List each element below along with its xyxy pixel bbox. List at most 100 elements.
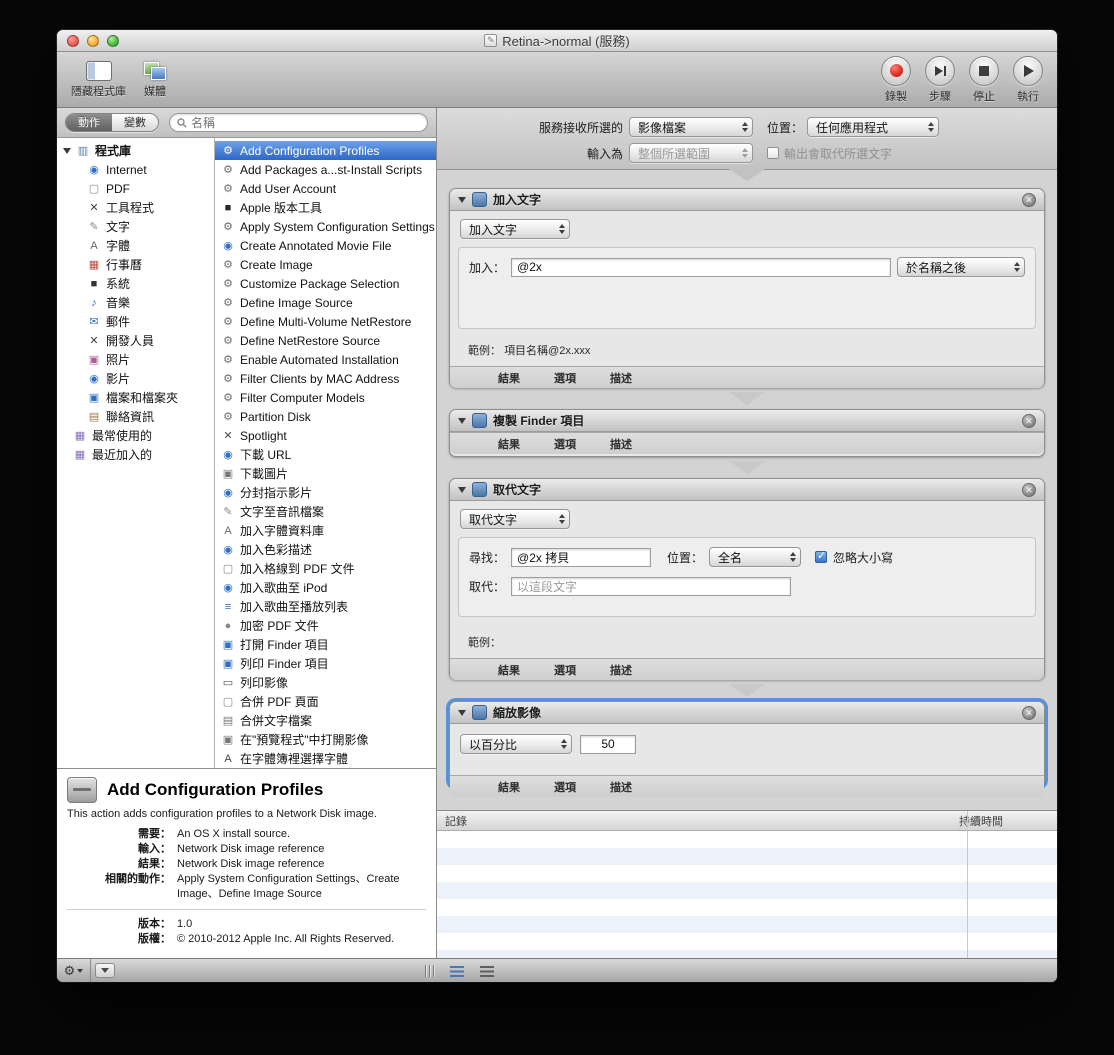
- sidebar-item-工具程式[interactable]: ✕ 工具程式: [57, 198, 214, 217]
- sidebar-item-音樂[interactable]: ♪ 音樂: [57, 293, 214, 312]
- stop-button[interactable]: 停止: [969, 55, 999, 104]
- action-list-item[interactable]: ⚙ Define Multi-Volume NetRestore: [215, 312, 436, 331]
- action-list-item[interactable]: ⚙ Filter Computer Models: [215, 388, 436, 407]
- action-list-item[interactable]: ⚙ Add Configuration Profiles: [215, 141, 436, 160]
- sidebar-item-照片[interactable]: ▣ 照片: [57, 350, 214, 369]
- action-list-item[interactable]: ⚙ Add Packages a...st-Install Scripts: [215, 160, 436, 179]
- tab-variables[interactable]: 變數: [112, 114, 158, 131]
- add-text-mode-popup[interactable]: 加入文字: [460, 219, 570, 239]
- sidebar-item-Internet[interactable]: ◉ Internet: [57, 160, 214, 179]
- run-button[interactable]: 執行: [1013, 55, 1043, 104]
- options-link[interactable]: 選項: [554, 436, 576, 452]
- action-list-item[interactable]: ⚙ Apply System Configuration Settings: [215, 217, 436, 236]
- action-list-item[interactable]: ⚙ Partition Disk: [215, 407, 436, 426]
- disclosure-triangle-icon[interactable]: [458, 196, 466, 203]
- log-view-button[interactable]: [445, 963, 469, 979]
- action-menu-button[interactable]: ⚙: [57, 959, 91, 982]
- scale-value-input[interactable]: [580, 734, 636, 754]
- action-list-item[interactable]: ▭ 列印影像: [215, 673, 436, 692]
- sidebar-item-聯絡資訊[interactable]: ▤ 聯絡資訊: [57, 407, 214, 426]
- sidebar-item-library[interactable]: ▥ 程式庫: [57, 141, 214, 160]
- step-button[interactable]: 步驟: [925, 55, 955, 104]
- document-proxy-icon[interactable]: ✎: [484, 34, 498, 47]
- action-list-item[interactable]: ◉ 分封指示影片: [215, 483, 436, 502]
- options-link[interactable]: 選項: [554, 779, 576, 795]
- step-header[interactable]: 縮放影像 ✕: [450, 702, 1044, 724]
- description-link[interactable]: 描述: [610, 370, 632, 386]
- results-link[interactable]: 結果: [498, 370, 520, 386]
- description-link[interactable]: 描述: [610, 436, 632, 452]
- action-list-item[interactable]: ⚙ Filter Clients by MAC Address: [215, 369, 436, 388]
- action-list-item[interactable]: ≡ 加入歌曲至播放列表: [215, 597, 436, 616]
- remove-step-button[interactable]: ✕: [1022, 482, 1036, 497]
- workflow-step-copy-finder-items[interactable]: 複製 Finder 項目 ✕ 結果 選項 描述: [449, 409, 1045, 457]
- search-input[interactable]: [191, 115, 420, 130]
- sidebar-item-最近加入的[interactable]: ▦ 最近加入的: [57, 445, 214, 464]
- log-column-divider[interactable]: [967, 811, 968, 958]
- remove-step-button[interactable]: ✕: [1022, 413, 1036, 428]
- action-list-item[interactable]: ◉ 加入歌曲至 iPod: [215, 578, 436, 597]
- description-link[interactable]: 描述: [610, 662, 632, 678]
- service-position-popup[interactable]: 任何應用程式: [807, 117, 940, 137]
- action-list-item[interactable]: ⚙ Define Image Source: [215, 293, 436, 312]
- action-list-item[interactable]: ▢ 合併 PDF 頁面: [215, 692, 436, 711]
- action-list-item[interactable]: ⚙ Create Image: [215, 255, 436, 274]
- sidebar-item-文字[interactable]: ✎ 文字: [57, 217, 214, 236]
- panel-toggle-button[interactable]: [95, 963, 115, 978]
- scale-mode-popup[interactable]: 以百分比: [460, 734, 572, 754]
- media-button[interactable]: 媒體: [142, 61, 168, 99]
- disclosure-triangle-icon[interactable]: [458, 709, 466, 716]
- action-list-item[interactable]: ⚙ Define NetRestore Source: [215, 331, 436, 350]
- position-popup[interactable]: 全名: [709, 547, 802, 567]
- workflow-step-replace-text[interactable]: 取代文字 ✕ 取代文字 尋找： 位置：: [449, 478, 1045, 680]
- sidebar-item-系統[interactable]: ■ 系統: [57, 274, 214, 293]
- action-list-item[interactable]: ✎ 文字至音訊檔案: [215, 502, 436, 521]
- action-list-item[interactable]: ◉ Create Annotated Movie File: [215, 236, 436, 255]
- action-list-item[interactable]: ⚙ Add User Account: [215, 179, 436, 198]
- minimize-window-button[interactable]: [87, 35, 99, 47]
- step-header[interactable]: 加入文字 ✕: [450, 189, 1044, 211]
- options-link[interactable]: 選項: [554, 370, 576, 386]
- close-window-button[interactable]: [67, 35, 79, 47]
- action-list-item[interactable]: A 加入字體資料庫: [215, 521, 436, 540]
- workflow-step-scale-images[interactable]: 縮放影像 ✕ 以百分比 結果: [449, 701, 1045, 797]
- sidebar-item-PDF[interactable]: ▢ PDF: [57, 179, 214, 198]
- disclosure-triangle-icon[interactable]: [458, 486, 466, 493]
- action-list-item[interactable]: ⚙ Customize Package Selection: [215, 274, 436, 293]
- title-bar[interactable]: ✎ Retina->normal (服務): [57, 30, 1057, 52]
- hide-library-button[interactable]: 隱藏程式庫: [71, 60, 126, 99]
- action-list-item[interactable]: ▣ 下載圖片: [215, 464, 436, 483]
- disclosure-triangle-icon[interactable]: [63, 147, 71, 154]
- action-list-item[interactable]: ▣ 打開 Finder 項目: [215, 635, 436, 654]
- service-receives-popup[interactable]: 影像檔案: [629, 117, 753, 137]
- service-input-popup[interactable]: 整個所選範圍: [629, 143, 753, 163]
- action-list-item[interactable]: ● 加密 PDF 文件: [215, 616, 436, 635]
- action-list-item[interactable]: ◉ 加入色彩描述: [215, 540, 436, 559]
- find-input[interactable]: [511, 547, 652, 567]
- variables-view-button[interactable]: [475, 963, 499, 979]
- action-list-item[interactable]: ✕ Spotlight: [215, 426, 436, 445]
- results-link[interactable]: 結果: [498, 662, 520, 678]
- remove-step-button[interactable]: ✕: [1022, 705, 1036, 720]
- add-text-input[interactable]: [511, 257, 891, 277]
- sidebar-item-郵件[interactable]: ✉ 郵件: [57, 312, 214, 331]
- action-list-item[interactable]: ⚙ Enable Automated Installation: [215, 350, 436, 369]
- output-replaces-checkbox[interactable]: [767, 147, 779, 159]
- action-list-item[interactable]: ◉ 下載 URL: [215, 445, 436, 464]
- sidebar-item-影片[interactable]: ◉ 影片: [57, 369, 214, 388]
- workflow-step-add-text[interactable]: 加入文字 ✕ 加入文字 加入： @2x 於名稱之後 範例： 項目名稱@2x.xx…: [449, 188, 1045, 388]
- duration-column-title[interactable]: 持續時間: [959, 813, 1003, 829]
- results-link[interactable]: 結果: [498, 779, 520, 795]
- description-link[interactable]: 描述: [610, 779, 632, 795]
- options-link[interactable]: 選項: [554, 662, 576, 678]
- disclosure-triangle-icon[interactable]: [458, 417, 466, 424]
- workflow-canvas[interactable]: 加入文字 ✕ 加入文字 加入： @2x 於名稱之後 範例： 項目名稱@2x.xx…: [437, 170, 1057, 810]
- replace-text-mode-popup[interactable]: 取代文字: [460, 509, 570, 529]
- step-header[interactable]: 複製 Finder 項目 ✕: [450, 410, 1044, 432]
- ignore-case-checkbox[interactable]: [815, 549, 828, 563]
- search-field[interactable]: [169, 113, 428, 132]
- log-column-title[interactable]: 記錄: [437, 813, 959, 829]
- sidebar-item-行事曆[interactable]: ▦ 行事曆: [57, 255, 214, 274]
- action-list-item[interactable]: ▤ 合併文字檔案: [215, 711, 436, 730]
- step-header[interactable]: 取代文字 ✕: [450, 479, 1044, 501]
